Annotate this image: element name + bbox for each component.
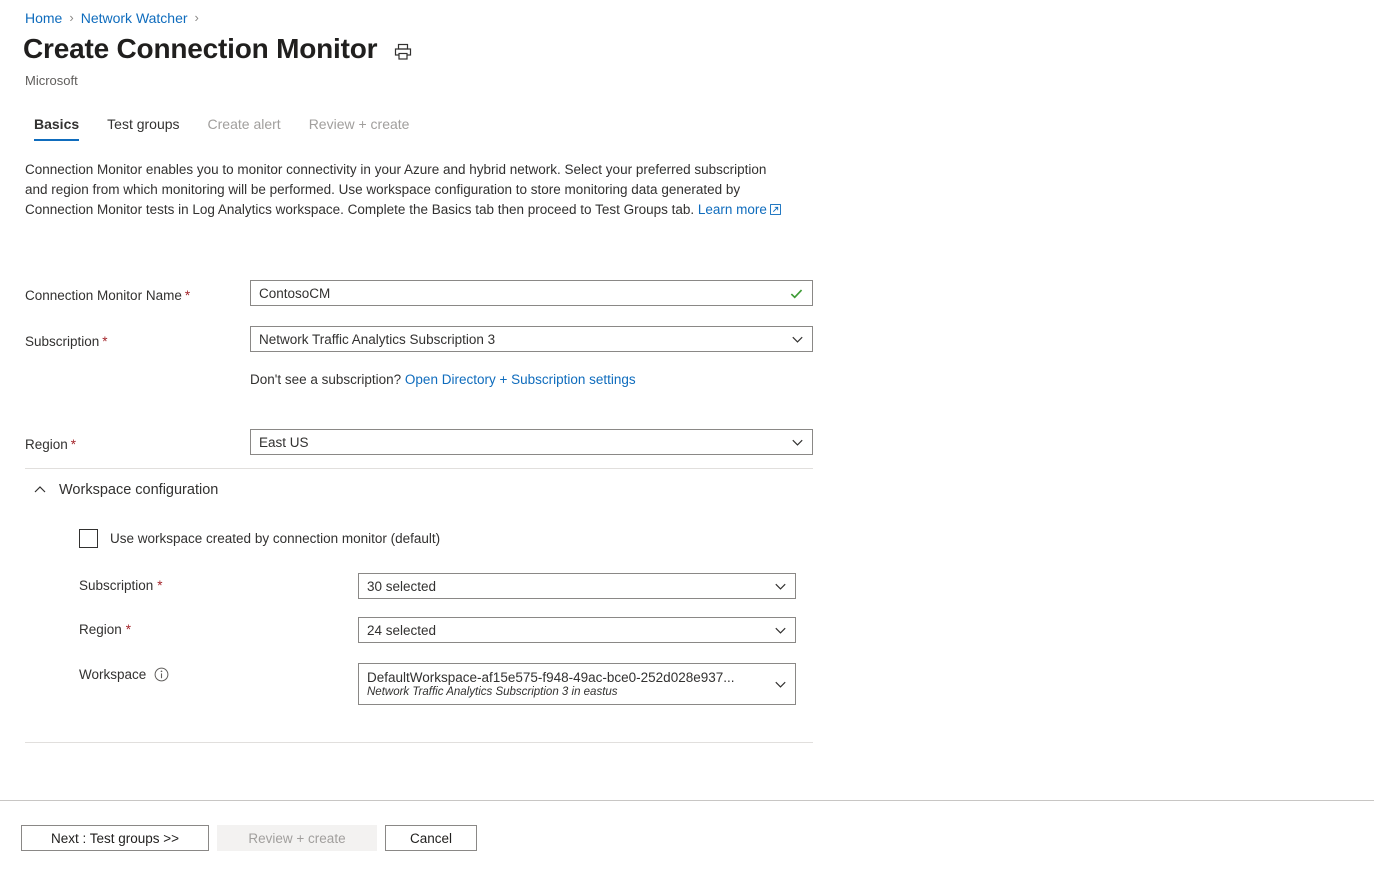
connection-monitor-name-label-row: Connection Monitor Name * — [25, 284, 190, 303]
footer-button-bar: Next : Test groups >> Review + create Ca… — [21, 825, 477, 851]
region-label-row: Region * — [25, 433, 76, 452]
subscription-hint: Don't see a subscription? Open Directory… — [250, 372, 636, 387]
connection-monitor-name-label: Connection Monitor Name — [25, 284, 182, 303]
create-connection-monitor-page: Home › Network Watcher › Create Connecti… — [0, 0, 1374, 872]
open-directory-subscription-settings-link[interactable]: Open Directory + Subscription settings — [405, 372, 636, 387]
workspace-region-label-row: Region * — [79, 622, 131, 637]
review-create-button: Review + create — [217, 825, 377, 851]
workspace-region-dropdown[interactable]: 24 selected — [358, 617, 796, 643]
tab-review-create: Review + create — [295, 112, 424, 141]
breadcrumb-separator-icon: › — [195, 8, 199, 28]
next-test-groups-button[interactable]: Next : Test groups >> — [21, 825, 209, 851]
chevron-down-icon — [774, 678, 787, 691]
breadcrumb-separator-icon: › — [69, 8, 73, 28]
required-marker: * — [71, 433, 76, 452]
required-marker: * — [126, 622, 131, 637]
region-dropdown[interactable]: East US — [250, 429, 813, 455]
page-subtitle: Microsoft — [25, 73, 78, 88]
chevron-down-icon — [791, 436, 804, 449]
section-divider — [25, 468, 813, 469]
page-title: Create Connection Monitor — [23, 33, 377, 65]
external-link-icon[interactable] — [770, 204, 781, 215]
required-marker: * — [102, 330, 107, 349]
required-marker: * — [185, 284, 190, 303]
subscription-hint-text: Don't see a subscription? — [250, 372, 405, 387]
tab-basics[interactable]: Basics — [25, 112, 93, 141]
use-default-workspace-checkbox[interactable] — [79, 529, 98, 548]
workspace-configuration-section-toggle[interactable]: Workspace configuration — [33, 482, 218, 498]
workspace-subscription-label: Subscription — [79, 578, 153, 593]
chevron-down-icon — [774, 580, 787, 593]
learn-more-link[interactable]: Learn more — [698, 202, 767, 217]
region-value: East US — [259, 435, 791, 450]
tab-create-alert: Create alert — [194, 112, 295, 141]
subscription-label: Subscription — [25, 330, 99, 349]
checkmark-icon — [789, 286, 804, 301]
connection-monitor-name-value: ContosoCM — [259, 286, 789, 301]
tab-list: Basics Test groups Create alert Review +… — [25, 112, 423, 141]
region-label: Region — [25, 433, 68, 452]
workspace-label-row: Workspace — [79, 667, 169, 682]
workspace-value: DefaultWorkspace-af15e575-f948-49ac-bce0… — [367, 670, 774, 685]
title-row: Create Connection Monitor — [23, 33, 413, 65]
chevron-down-icon — [791, 333, 804, 346]
chevron-up-icon — [33, 483, 47, 497]
workspace-configuration-title: Workspace configuration — [59, 482, 218, 498]
workspace-subscription-value: 30 selected — [367, 579, 774, 594]
connection-monitor-name-input[interactable]: ContosoCM — [250, 280, 813, 306]
cancel-button[interactable]: Cancel — [385, 825, 477, 851]
workspace-subscription-dropdown[interactable]: 30 selected — [358, 573, 796, 599]
workspace-region-label: Region — [79, 622, 122, 637]
subscription-label-row: Subscription * — [25, 330, 108, 349]
tab-test-groups[interactable]: Test groups — [93, 112, 193, 141]
workspace-label: Workspace — [79, 667, 146, 682]
breadcrumb: Home › Network Watcher › — [25, 8, 199, 28]
use-default-workspace-label: Use workspace created by connection moni… — [110, 531, 440, 546]
workspace-subscription-label-row: Subscription * — [79, 578, 163, 593]
info-icon[interactable] — [154, 667, 169, 682]
workspace-region-value: 24 selected — [367, 623, 774, 638]
content-bottom-divider — [25, 742, 813, 743]
required-marker: * — [157, 578, 162, 593]
use-default-workspace-checkbox-row[interactable]: Use workspace created by connection moni… — [79, 529, 440, 548]
print-icon[interactable] — [393, 42, 413, 62]
breadcrumb-item-network-watcher[interactable]: Network Watcher — [81, 8, 188, 28]
footer-separator — [0, 800, 1374, 801]
chevron-down-icon — [774, 624, 787, 637]
description-text: Connection Monitor enables you to monito… — [25, 160, 790, 220]
subscription-value: Network Traffic Analytics Subscription 3 — [259, 332, 791, 347]
breadcrumb-item-home[interactable]: Home — [25, 8, 62, 28]
workspace-subtext: Network Traffic Analytics Subscription 3… — [367, 686, 774, 698]
subscription-dropdown[interactable]: Network Traffic Analytics Subscription 3 — [250, 326, 813, 352]
description-body: Connection Monitor enables you to monito… — [25, 162, 766, 217]
workspace-dropdown[interactable]: DefaultWorkspace-af15e575-f948-49ac-bce0… — [358, 663, 796, 705]
